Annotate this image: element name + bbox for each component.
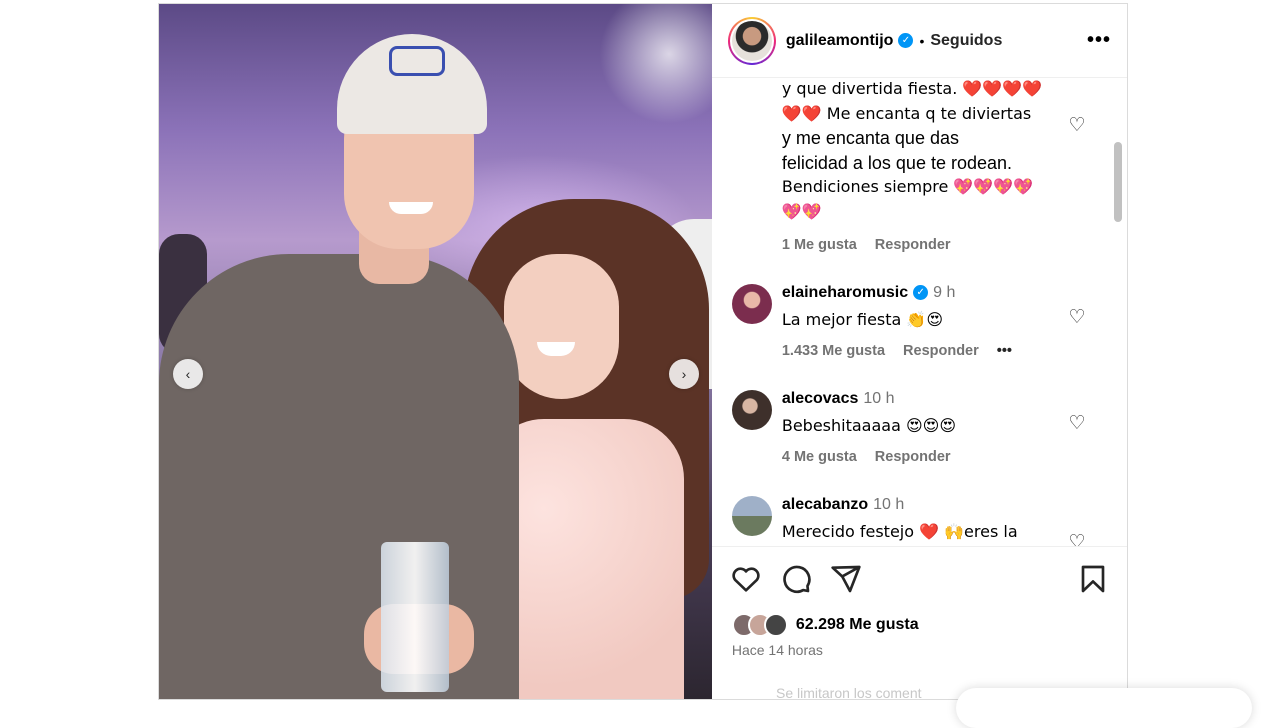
next-photo-button[interactable]: › bbox=[669, 359, 699, 389]
comment-like-heart-icon[interactable]: ♡ bbox=[1067, 414, 1087, 434]
chevron-left-icon: ‹ bbox=[185, 366, 191, 382]
likes-summary: 62.298 Me gusta bbox=[712, 610, 1127, 640]
post-photo: ‹ › bbox=[159, 4, 712, 699]
comments-limited-notice: Se limitaron los coment bbox=[776, 685, 922, 701]
comments-list[interactable]: y que divertida fiesta. ❤️❤️❤️❤️ ❤️❤️ Me… bbox=[712, 78, 1127, 546]
following-button[interactable]: Seguidos bbox=[930, 32, 1002, 50]
verified-badge-icon: ✓ bbox=[898, 33, 914, 48]
previous-photo-button[interactable]: ‹ bbox=[173, 359, 203, 389]
post-timestamp[interactable]: Hace 14 horas bbox=[712, 642, 1127, 658]
comment-meta: 1 Me gusta Responder bbox=[781, 237, 951, 253]
comment-like-heart-icon[interactable]: ♡ bbox=[1067, 116, 1087, 136]
author-avatar[interactable] bbox=[727, 16, 776, 65]
post-options-button[interactable]: ••• bbox=[1087, 29, 1111, 52]
comment-avatar[interactable] bbox=[731, 284, 772, 324]
reply-button[interactable]: Responder bbox=[903, 343, 979, 359]
verified-badge-icon: ✓ bbox=[913, 285, 929, 301]
comment-like-heart-icon[interactable]: ♡ bbox=[1067, 308, 1087, 328]
comment-options-icon[interactable]: ••• bbox=[997, 343, 1012, 359]
comment-text: Bebeshitaaaaa 😍😍😍 bbox=[781, 416, 957, 435]
heart-icon[interactable] bbox=[730, 563, 762, 595]
chevron-right-icon: › bbox=[681, 366, 687, 382]
comment-text: Merecido festejo ❤️ 🙌eres la bbox=[781, 522, 1018, 541]
comment-like-heart-icon[interactable]: ♡ bbox=[1067, 533, 1087, 547]
comment-avatar[interactable] bbox=[731, 496, 772, 536]
comment-text: La mejor fiesta 👏😍 bbox=[781, 310, 944, 329]
post-actions bbox=[711, 546, 1127, 610]
post-modal: ‹ › galileamontijo ✓ • Seguidos ••• y qu… bbox=[158, 3, 1128, 700]
liker-avatars[interactable] bbox=[731, 613, 788, 637]
comment-meta: 1.433 Me gusta Responder ••• bbox=[781, 343, 1013, 359]
comment-username[interactable]: alecabanzo bbox=[782, 496, 868, 513]
comment-continued: y que divertida fiesta. ❤️❤️❤️❤️ ❤️❤️ Me… bbox=[781, 79, 1043, 221]
bookmark-icon[interactable] bbox=[1077, 563, 1109, 595]
reply-button[interactable]: Responder bbox=[875, 449, 951, 465]
post-side-panel: galileamontijo ✓ • Seguidos ••• y que di… bbox=[711, 4, 1127, 699]
likes-count[interactable]: 62.298 Me gusta bbox=[796, 616, 919, 634]
reply-button[interactable]: Responder bbox=[875, 237, 951, 253]
comment-username[interactable]: elaineharomusic bbox=[782, 284, 908, 301]
post-header: galileamontijo ✓ • Seguidos ••• bbox=[711, 4, 1127, 78]
comment-username[interactable]: alecovacs bbox=[782, 390, 859, 407]
author-username[interactable]: galileamontijo bbox=[786, 32, 894, 50]
comments-scrollbar[interactable] bbox=[1114, 142, 1122, 222]
comment-icon[interactable] bbox=[780, 563, 812, 595]
comment-avatar[interactable] bbox=[731, 390, 772, 430]
floating-panel bbox=[956, 688, 1252, 728]
send-icon[interactable] bbox=[830, 563, 862, 595]
comment-meta: 4 Me gusta Responder bbox=[781, 449, 951, 465]
